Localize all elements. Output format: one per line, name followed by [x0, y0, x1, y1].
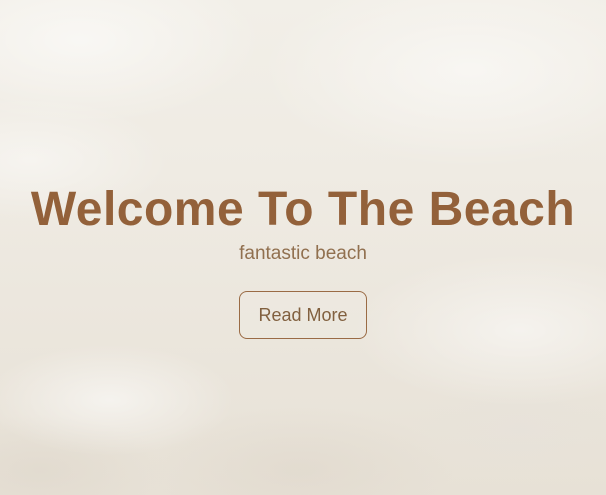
- read-more-button[interactable]: Read More: [239, 291, 367, 339]
- hero-subtitle: fantastic beach: [239, 243, 367, 264]
- hero-title: Welcome To The Beach: [30, 183, 576, 236]
- hero-content: Welcome To The Beach fantastic beach Rea…: [0, 182, 606, 339]
- hero-section: Welcome To The Beach fantastic beach Rea…: [0, 0, 606, 495]
